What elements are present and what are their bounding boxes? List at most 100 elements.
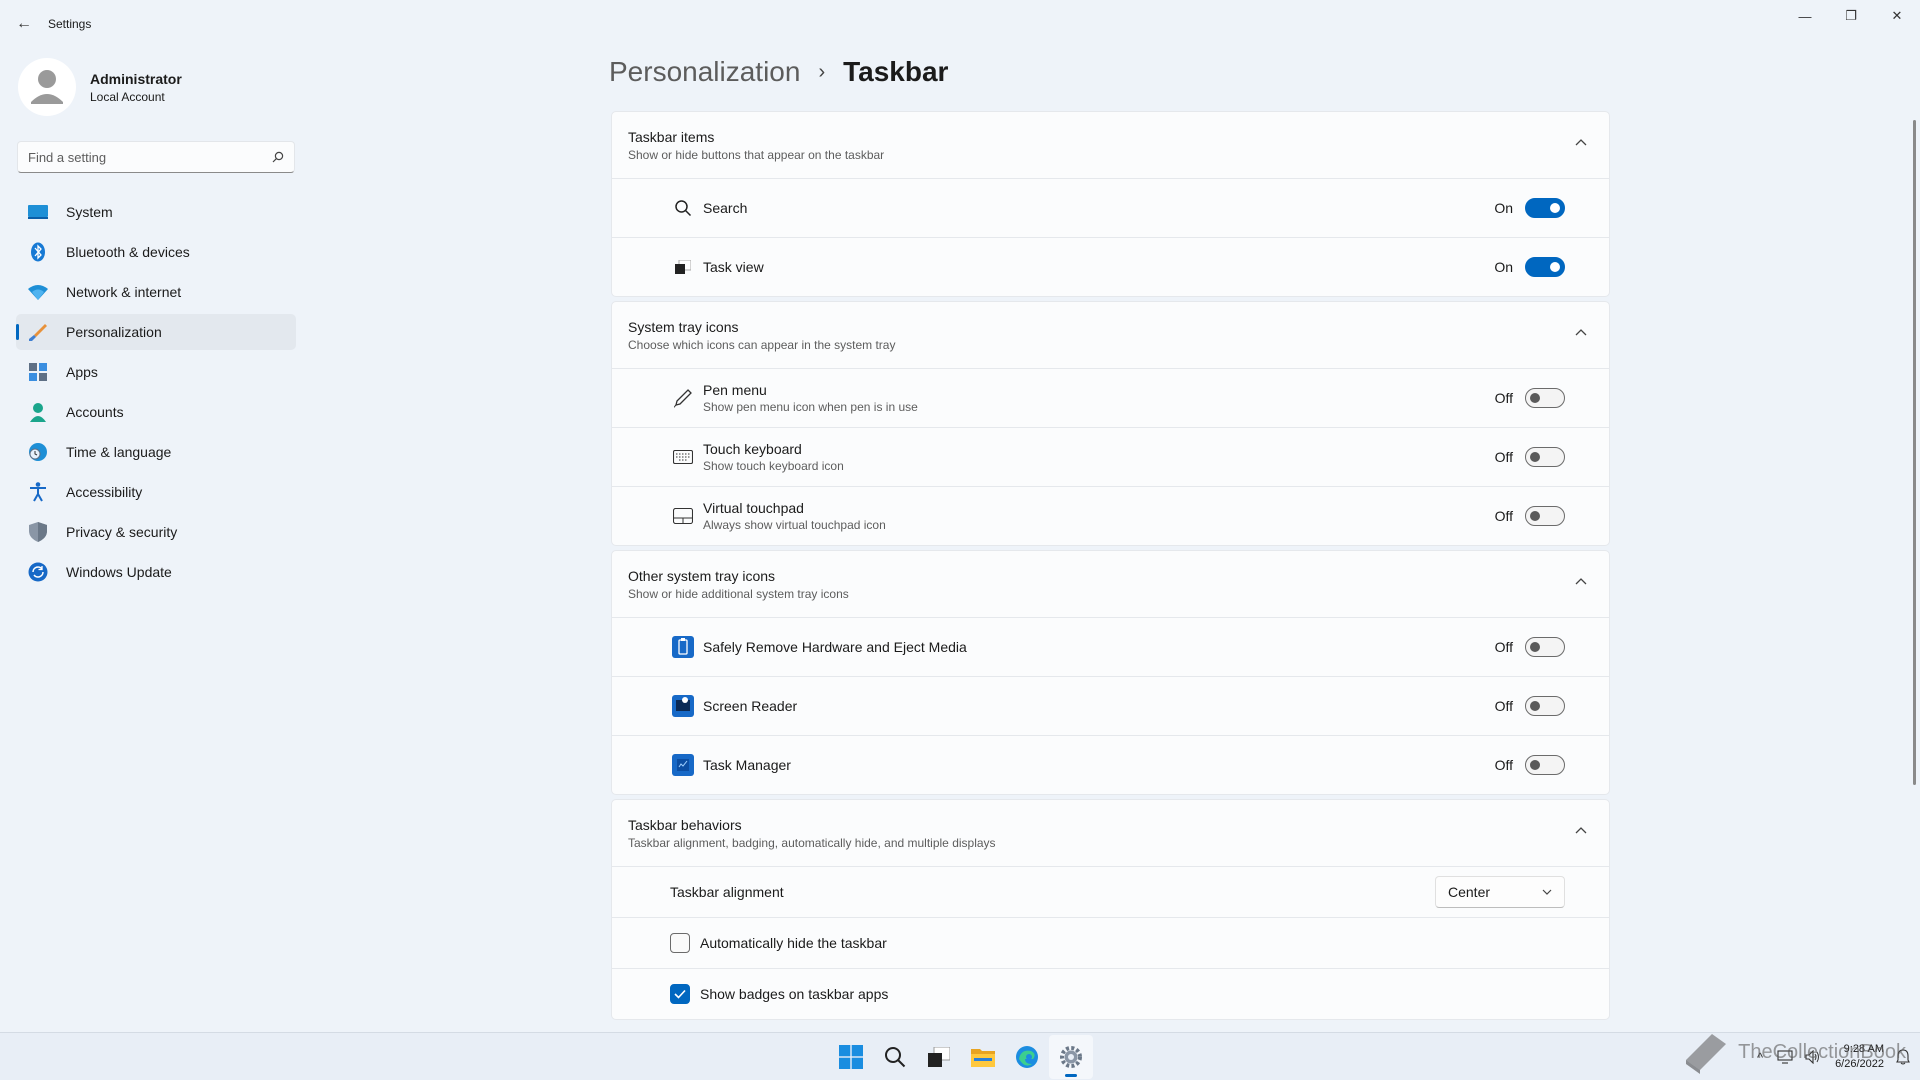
sidebar-item-label: Accessibility: [66, 484, 143, 500]
setting-row-task-view: Task view On: [611, 238, 1610, 297]
setting-label: Show badges on taskbar apps: [700, 986, 889, 1002]
checkmark-icon: [674, 989, 686, 999]
chevron-right-icon: ›: [818, 60, 826, 83]
group-header-other-system-tray-icons[interactable]: Other system tray icons Show or hide add…: [611, 550, 1610, 618]
settings-content: Taskbar items Show or hide buttons that …: [611, 111, 1610, 1024]
group-header-taskbar-behaviors[interactable]: Taskbar behaviors Taskbar alignment, bad…: [611, 799, 1610, 867]
task-manager-toggle[interactable]: [1525, 755, 1565, 775]
group-subtitle: Choose which icons can appear in the sys…: [628, 337, 896, 352]
search-box[interactable]: [17, 141, 295, 173]
book-icon: [1686, 1034, 1727, 1074]
group-taskbar-items: Taskbar items Show or hide buttons that …: [611, 111, 1610, 297]
dropdown-value: Center: [1448, 884, 1491, 900]
taskbar-alignment-dropdown[interactable]: Center: [1435, 876, 1565, 908]
search-toggle[interactable]: [1525, 198, 1565, 218]
touch-keyboard-toggle[interactable]: [1525, 447, 1565, 467]
watermark-text: TheCollectionBook: [1738, 1040, 1906, 1063]
group-title: Other system tray icons: [628, 567, 776, 584]
taskbar: ^ 9:28 AM 6/26/2022: [0, 1032, 1920, 1080]
page-title: Taskbar: [843, 56, 949, 87]
setting-row-touch-keyboard: Touch keyboard Show touch keyboard icon …: [611, 428, 1610, 487]
sidebar-item-privacy-security[interactable]: Privacy & security: [16, 514, 296, 550]
title-bar: ← Settings — ❐ ✕: [0, 0, 1920, 48]
avatar: [18, 58, 76, 116]
start-button[interactable]: [829, 1035, 873, 1079]
setting-label: Touch keyboard: [703, 441, 802, 457]
brush-icon: [26, 322, 50, 342]
pen-menu-toggle[interactable]: [1525, 388, 1565, 408]
minimize-button[interactable]: —: [1782, 0, 1828, 32]
sidebar-item-label: System: [66, 204, 113, 220]
user-profile[interactable]: Administrator Local Account: [18, 58, 182, 116]
sidebar-item-label: Privacy & security: [66, 524, 178, 540]
apps-icon: [26, 362, 50, 382]
file-explorer-icon: [971, 1049, 995, 1067]
group-header-taskbar-items[interactable]: Taskbar items Show or hide buttons that …: [611, 111, 1610, 179]
chevron-up-icon[interactable]: [1575, 328, 1587, 336]
settings-gear-icon: [1060, 1046, 1082, 1068]
group-subtitle: Taskbar alignment, badging, automaticall…: [628, 835, 996, 850]
task-view-toggle[interactable]: [1525, 257, 1565, 277]
watermark: TheCollectionBook: [1682, 1030, 1906, 1074]
setting-description: Always show virtual touchpad icon: [703, 518, 886, 532]
sidebar-item-label: Time & language: [66, 444, 172, 460]
toggle-state-label: Off: [1494, 757, 1513, 773]
setting-label: Taskbar alignment: [670, 884, 784, 900]
search-input[interactable]: [28, 149, 272, 165]
close-icon: ✕: [1891, 8, 1903, 23]
safely-remove-hardware-toggle[interactable]: [1525, 637, 1565, 657]
sidebar-item-apps[interactable]: Apps: [16, 354, 296, 390]
taskbar-settings-button[interactable]: [1049, 1035, 1093, 1079]
breadcrumb-parent[interactable]: Personalization: [609, 56, 800, 88]
sidebar-item-bluetooth[interactable]: Bluetooth & devices: [16, 234, 296, 270]
setting-label: Virtual touchpad: [703, 500, 804, 516]
setting-label: Task view: [703, 259, 764, 275]
sidebar-item-time-language[interactable]: Time & language: [16, 434, 296, 470]
virtual-touchpad-toggle[interactable]: [1525, 506, 1565, 526]
sidebar: Administrator Local Account System Bluet…: [0, 48, 300, 1032]
group-subtitle: Show or hide buttons that appear on the …: [628, 147, 885, 162]
sidebar-item-label: Accounts: [66, 404, 124, 420]
chevron-up-icon[interactable]: [1575, 138, 1587, 146]
taskbar-task-view-button[interactable]: [917, 1035, 961, 1079]
search-icon: [885, 1047, 906, 1068]
window-controls: — ❐ ✕: [1782, 0, 1920, 32]
group-header-system-tray-icons[interactable]: System tray icons Choose which icons can…: [611, 301, 1610, 369]
sidebar-item-label: Apps: [66, 364, 98, 380]
chevron-up-icon[interactable]: [1575, 577, 1587, 585]
setting-row-taskbar-alignment: Taskbar alignment Center: [611, 867, 1610, 918]
taskbar-edge-button[interactable]: [1005, 1035, 1049, 1079]
chevron-up-icon[interactable]: [1575, 826, 1587, 834]
toggle-state-label: Off: [1494, 639, 1513, 655]
taskbar-file-explorer-button[interactable]: [961, 1035, 1005, 1079]
pen-icon: [671, 386, 695, 410]
show-badges-checkbox[interactable]: [670, 984, 690, 1004]
maximize-button[interactable]: ❐: [1828, 0, 1874, 32]
sidebar-item-personalization[interactable]: Personalization: [16, 314, 296, 350]
scrollbar[interactable]: [1913, 120, 1916, 785]
keyboard-icon: [671, 445, 695, 469]
sidebar-item-label: Personalization: [66, 324, 162, 340]
setting-label: Automatically hide the taskbar: [700, 935, 887, 951]
setting-description: Show touch keyboard icon: [703, 459, 844, 473]
shield-icon: [26, 522, 50, 542]
minimize-icon: —: [1798, 8, 1812, 24]
toggle-state-label: Off: [1494, 449, 1513, 465]
auto-hide-checkbox[interactable]: [670, 933, 690, 953]
close-button[interactable]: ✕: [1874, 0, 1920, 32]
sidebar-item-accessibility[interactable]: Accessibility: [16, 474, 296, 510]
sidebar-item-network[interactable]: Network & internet: [16, 274, 296, 310]
edge-browser-icon: [1016, 1046, 1038, 1068]
sidebar-item-system[interactable]: System: [16, 194, 296, 230]
setting-row-virtual-touchpad: Virtual touchpad Always show virtual tou…: [611, 487, 1610, 546]
back-button[interactable]: ←: [0, 0, 48, 48]
user-avatar-icon: [31, 70, 63, 104]
setting-row-safely-remove-hardware: Safely Remove Hardware and Eject Media O…: [611, 618, 1610, 677]
sidebar-nav: System Bluetooth & devices Network & int…: [16, 194, 296, 594]
sidebar-item-windows-update[interactable]: Windows Update: [16, 554, 296, 590]
taskbar-search-button[interactable]: [873, 1035, 917, 1079]
screen-reader-toggle[interactable]: [1525, 696, 1565, 716]
sidebar-item-accounts[interactable]: Accounts: [16, 394, 296, 430]
search-icon: [671, 196, 695, 220]
setting-row-show-badges: Show badges on taskbar apps: [611, 969, 1610, 1020]
